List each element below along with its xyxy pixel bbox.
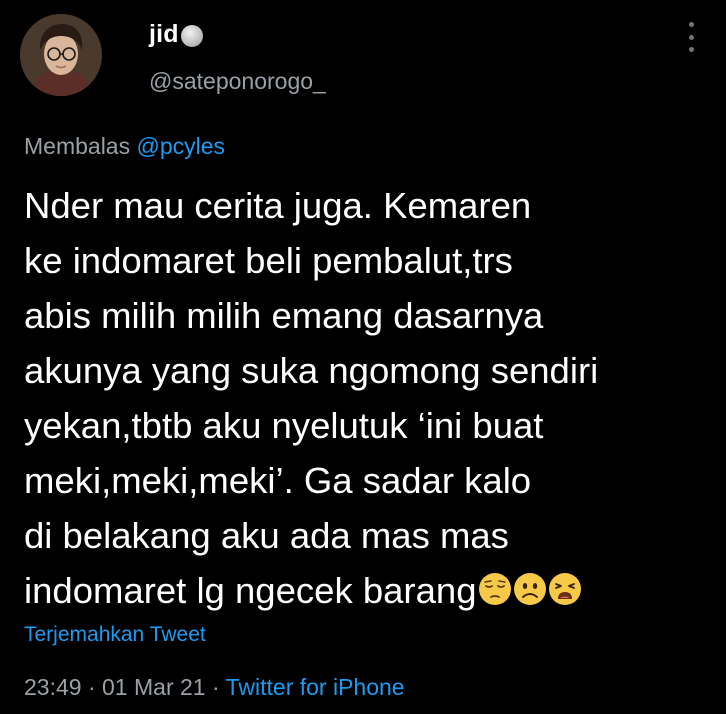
tweet-time[interactable]: 23:49: [24, 674, 82, 700]
gray-circle-icon: [180, 24, 203, 47]
reply-prefix: Membalas: [24, 133, 131, 159]
user-handle[interactable]: @sateponorogo_: [149, 68, 326, 95]
reply-context: Membalas @pcyles: [24, 133, 225, 160]
tweet-body: Nder mau cerita juga. Kemaren ke indomar…: [24, 185, 599, 611]
meta-separator: ·: [87, 674, 96, 700]
reply-mention-link[interactable]: @pcyles: [137, 133, 226, 159]
more-dot: [688, 34, 694, 40]
more-options-icon[interactable]: [683, 22, 699, 52]
meta-separator: ·: [211, 674, 220, 700]
profile-photo: [20, 14, 102, 96]
tweet-date[interactable]: 01 Mar 21: [102, 674, 206, 700]
more-dot: [688, 47, 694, 52]
weary-face-icon: [548, 572, 582, 606]
display-name[interactable]: jid: [149, 20, 179, 49]
author-name-row[interactable]: jid: [149, 20, 203, 49]
avatar[interactable]: [20, 14, 102, 96]
translate-tweet-link[interactable]: Terjemahkan Tweet: [24, 623, 206, 647]
frowning-face-icon: [513, 572, 547, 606]
pensive-face-icon: [478, 572, 512, 606]
tweet-meta: 23:49 · 01 Mar 21 · Twitter for iPhone: [24, 674, 405, 701]
tweet-source-link[interactable]: Twitter for iPhone: [226, 674, 405, 700]
more-dot: [688, 22, 694, 27]
tweet-text: Nder mau cerita juga. Kemaren ke indomar…: [24, 178, 714, 618]
